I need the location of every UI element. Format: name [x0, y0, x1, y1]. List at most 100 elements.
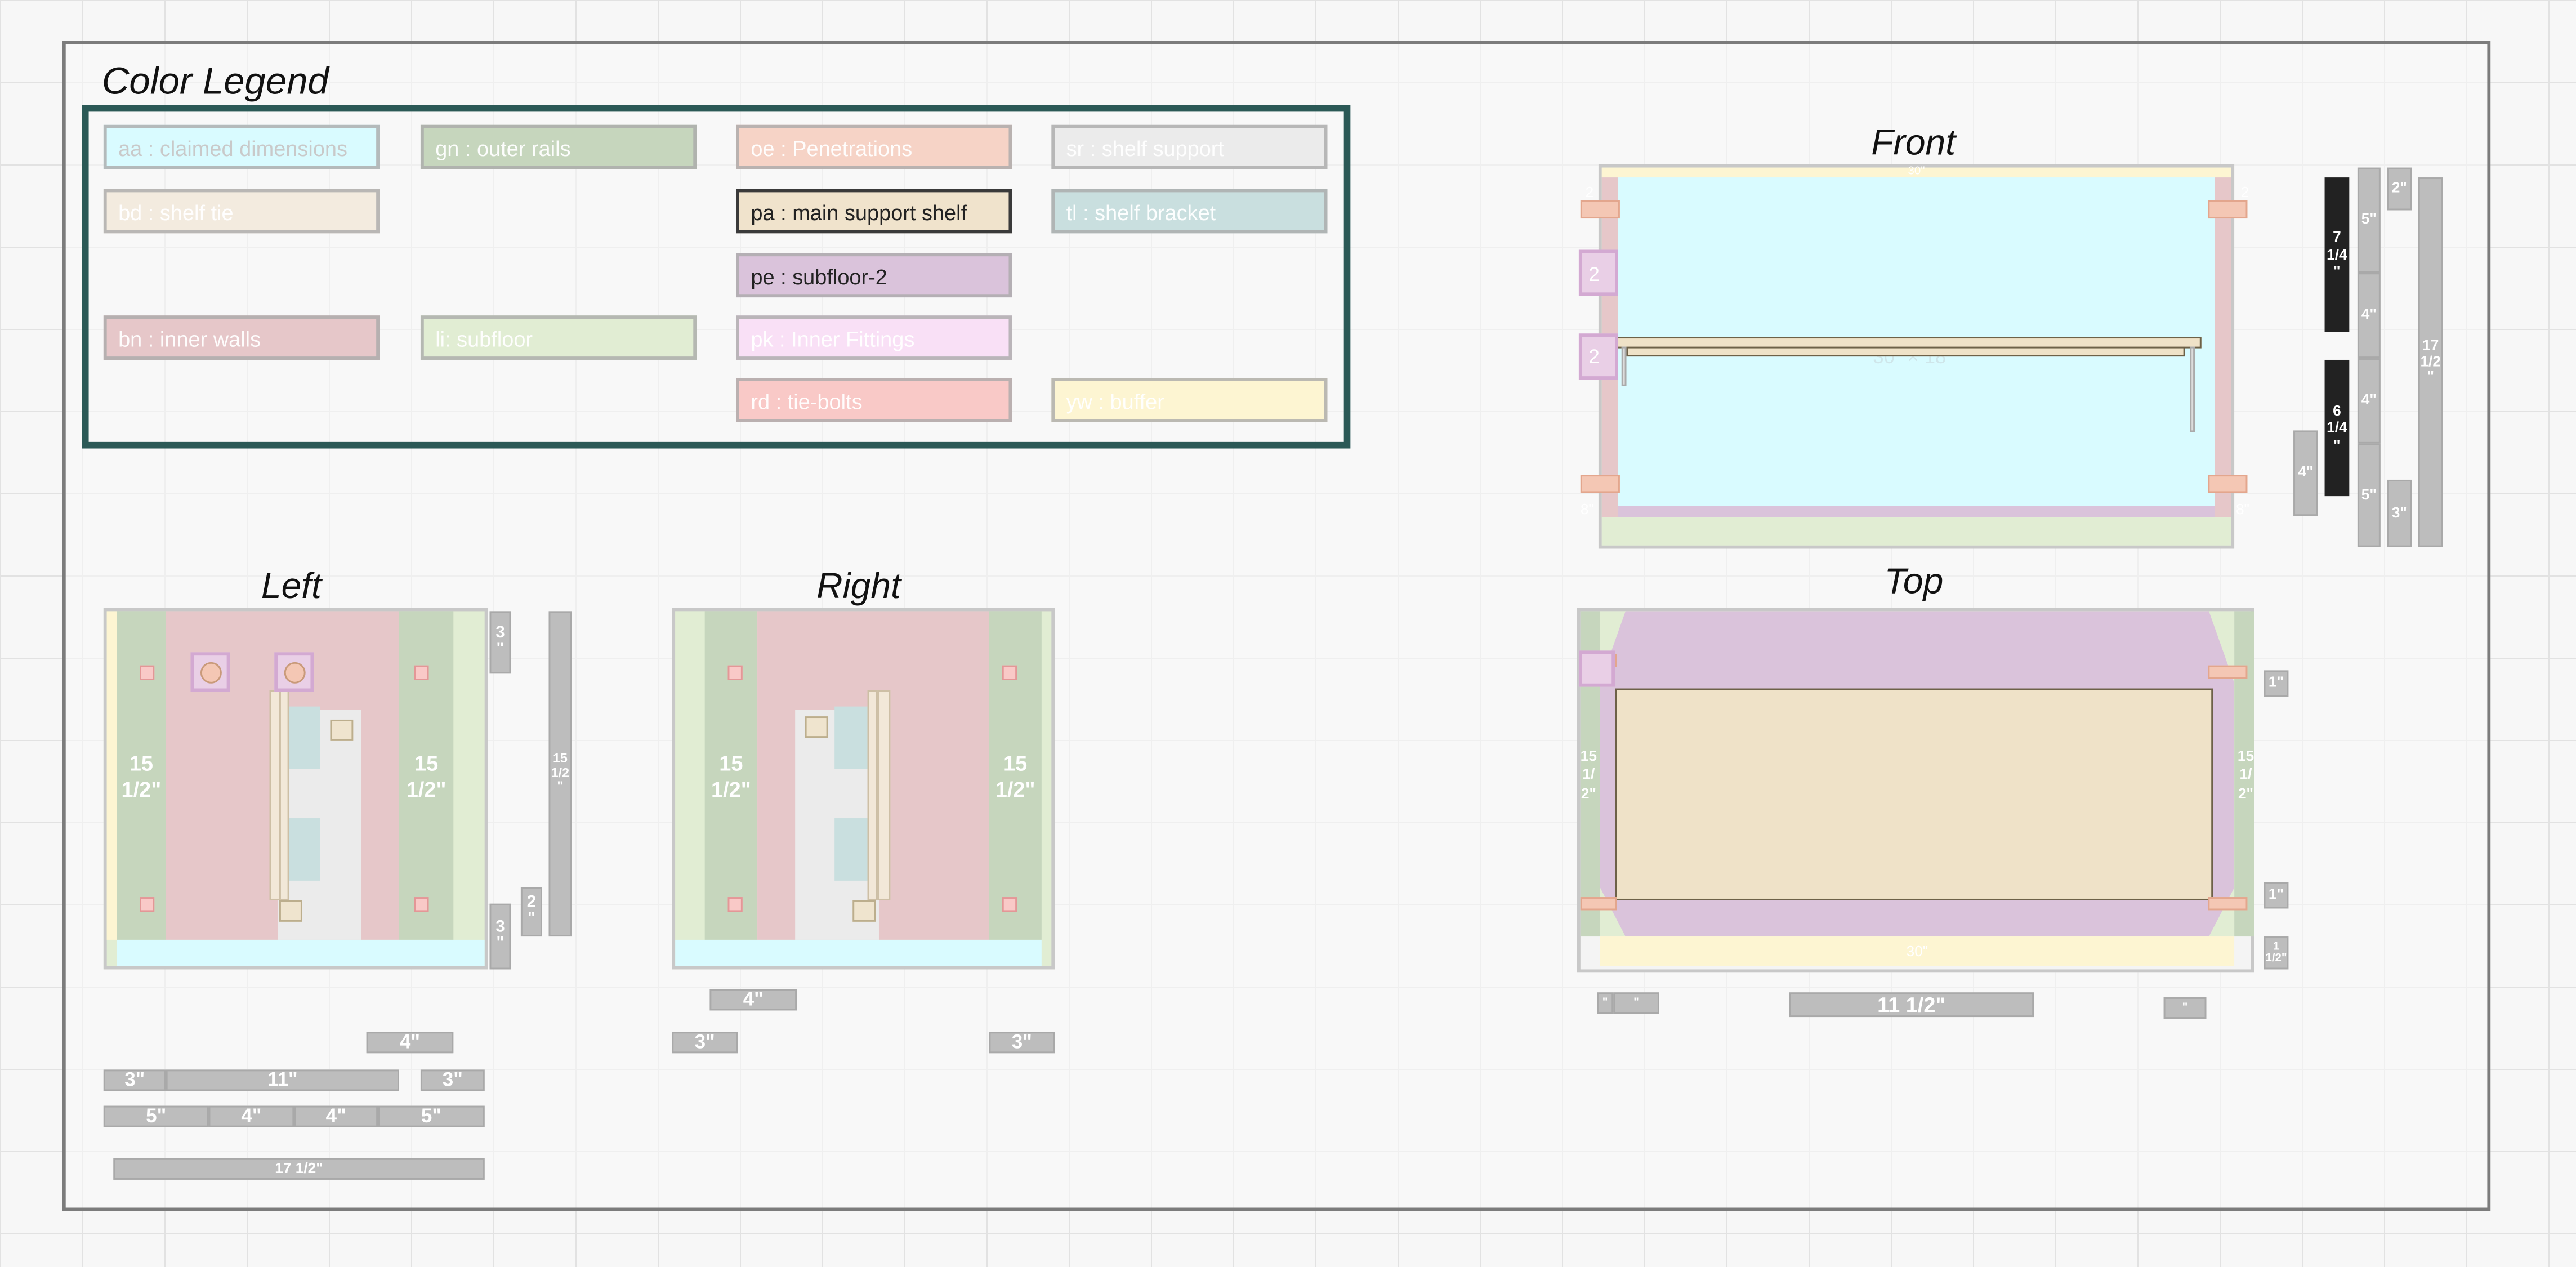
top-inner-fitting: [1578, 650, 1615, 687]
legend-chip: sr : shelf support: [1051, 124, 1328, 169]
right-shelf-tie: [867, 690, 878, 900]
left-dim: 3": [103, 1069, 166, 1091]
top-depth-label: 15 1/ 2": [2237, 747, 2254, 801]
left-dim: 11": [166, 1069, 400, 1091]
front-dim: 4": [2293, 430, 2318, 516]
right-dim: 3": [989, 1032, 1055, 1054]
left-view-title: Left: [261, 565, 322, 606]
front-bracket-right: [2190, 346, 2195, 432]
front-dim-height-lower: 6 1/4 ": [2324, 359, 2350, 497]
front-bracket-left: [1621, 346, 1627, 386]
right-subfloor: [675, 611, 705, 940]
top-dim: 1": [2264, 882, 2289, 909]
left-shelf-tie: [279, 690, 289, 900]
left-tie-bolt: [140, 665, 155, 680]
front-dim: 3": [2387, 479, 2412, 547]
left-claimed-dimensions: [117, 939, 485, 966]
left-inner-fitting: [274, 652, 314, 692]
front-inner-wall-right: [2215, 177, 2231, 518]
legend-chip: aa : claimed dimensions: [103, 124, 380, 169]
front-penetration: [1580, 475, 1620, 493]
front-edge-label: 8": [1580, 501, 1594, 518]
legend-chip: oe : Penetrations: [736, 124, 1012, 169]
right-shelf-tie: [877, 690, 891, 900]
front-edge-label: 2: [1588, 345, 1600, 368]
left-dim-total: 17 1/2": [113, 1158, 485, 1180]
left-dim: 3 ": [489, 903, 511, 970]
top-dim: 1 1/2": [2264, 936, 2289, 970]
left-depth-label: 15 1/2": [121, 751, 162, 802]
top-dim: ": [2163, 997, 2207, 1019]
left-dim: 2 ": [520, 887, 542, 937]
left-tie-bolt: [140, 897, 155, 912]
left-depth-label: 15 1/2": [406, 751, 447, 802]
top-dim-width: 11 1/2": [1789, 992, 2034, 1018]
right-view-title: Right: [816, 565, 901, 606]
legend-chip: gn : outer rails: [420, 124, 697, 169]
left-dim: 4": [294, 1105, 378, 1127]
legend-chip: li: subfloor: [420, 315, 697, 360]
front-subfloor: [1601, 517, 2231, 546]
right-tie-bolt: [1002, 665, 1017, 680]
left-tie-bolt: [414, 665, 429, 680]
front-penetration: [1580, 200, 1620, 219]
top-penetration: [2208, 665, 2248, 679]
front-dim: 4": [2357, 273, 2381, 359]
left-buffer: [106, 611, 117, 940]
front-dim: 2": [2387, 167, 2412, 211]
legend-chip: rd : tie-bolts: [736, 378, 1012, 422]
right-tie-bolt: [727, 897, 743, 912]
top-dim: 1": [2264, 670, 2289, 697]
left-shelf-tie-block: [330, 719, 354, 741]
left-dim: 3": [420, 1069, 485, 1091]
top-view-title: Top: [1884, 560, 1944, 601]
legend-chip: tl : shelf bracket: [1051, 189, 1328, 234]
front-subfloor-2: [1618, 506, 2215, 518]
left-dim: 4": [366, 1032, 454, 1054]
left-dim: 3 ": [489, 611, 511, 674]
top-main-support-shelf: [1615, 688, 2213, 900]
left-shelf-tie-block: [279, 900, 302, 922]
front-buffer-top: 30": [1601, 166, 2231, 178]
front-dim: 5": [2357, 443, 2381, 547]
top-penetration: [2208, 897, 2248, 911]
top-depth-label: 15 1/ 2": [1580, 747, 1597, 801]
right-dim: 4": [709, 989, 797, 1011]
left-inner-fitting: [190, 652, 230, 692]
top-dim: ": [1597, 992, 1614, 1014]
front-edge-label: 2: [1588, 262, 1600, 286]
front-dim: 4": [2357, 358, 2381, 444]
front-penetration: [2208, 475, 2248, 493]
top-penetration: [1580, 897, 1617, 911]
top-dim: ": [1613, 992, 1659, 1014]
left-dim: 4": [208, 1105, 294, 1127]
left-dim-height: 15 1/2 ": [548, 611, 572, 937]
left-dim: 5": [378, 1105, 485, 1127]
top-buffer-bottom: 30": [1600, 936, 2235, 966]
legend-chip: pa : main support shelf: [736, 189, 1012, 234]
right-depth-label: 15 1/2": [711, 751, 751, 802]
right-shelf-tie-block: [805, 716, 828, 738]
left-dim: 5": [103, 1105, 209, 1127]
right-claimed-dimensions: [675, 939, 1042, 966]
front-dim-total-height: 17 1/2 ": [2418, 177, 2443, 547]
right-dim: 3": [672, 1032, 738, 1054]
front-shelf-tie: [1626, 346, 2185, 357]
legend-chip: pe : subfloor-2: [736, 253, 1012, 298]
front-penetration: [2208, 200, 2248, 219]
front-edge-label: 8": [2235, 501, 2249, 518]
front-dim: 5": [2357, 167, 2381, 273]
legend-chip: yw : buffer: [1051, 378, 1328, 422]
right-shelf-tie-block: [852, 900, 876, 922]
legend-chip: pk : Inner Fittings: [736, 315, 1012, 360]
front-dim-height-upper: 7 1/4 ": [2324, 177, 2350, 332]
front-view-title: Front: [1871, 121, 1956, 163]
right-depth-label: 15 1/2": [995, 751, 1035, 802]
right-tie-bolt: [1002, 897, 1017, 912]
legend-chip: bd : shelf tie: [103, 189, 380, 234]
legend-chip: bn : inner walls: [103, 315, 380, 360]
left-tie-bolt: [414, 897, 429, 912]
front-edge-label: 2: [1585, 184, 1594, 200]
front-edge-label: 2: [2240, 184, 2249, 200]
legend-title: Color Legend: [101, 59, 329, 102]
